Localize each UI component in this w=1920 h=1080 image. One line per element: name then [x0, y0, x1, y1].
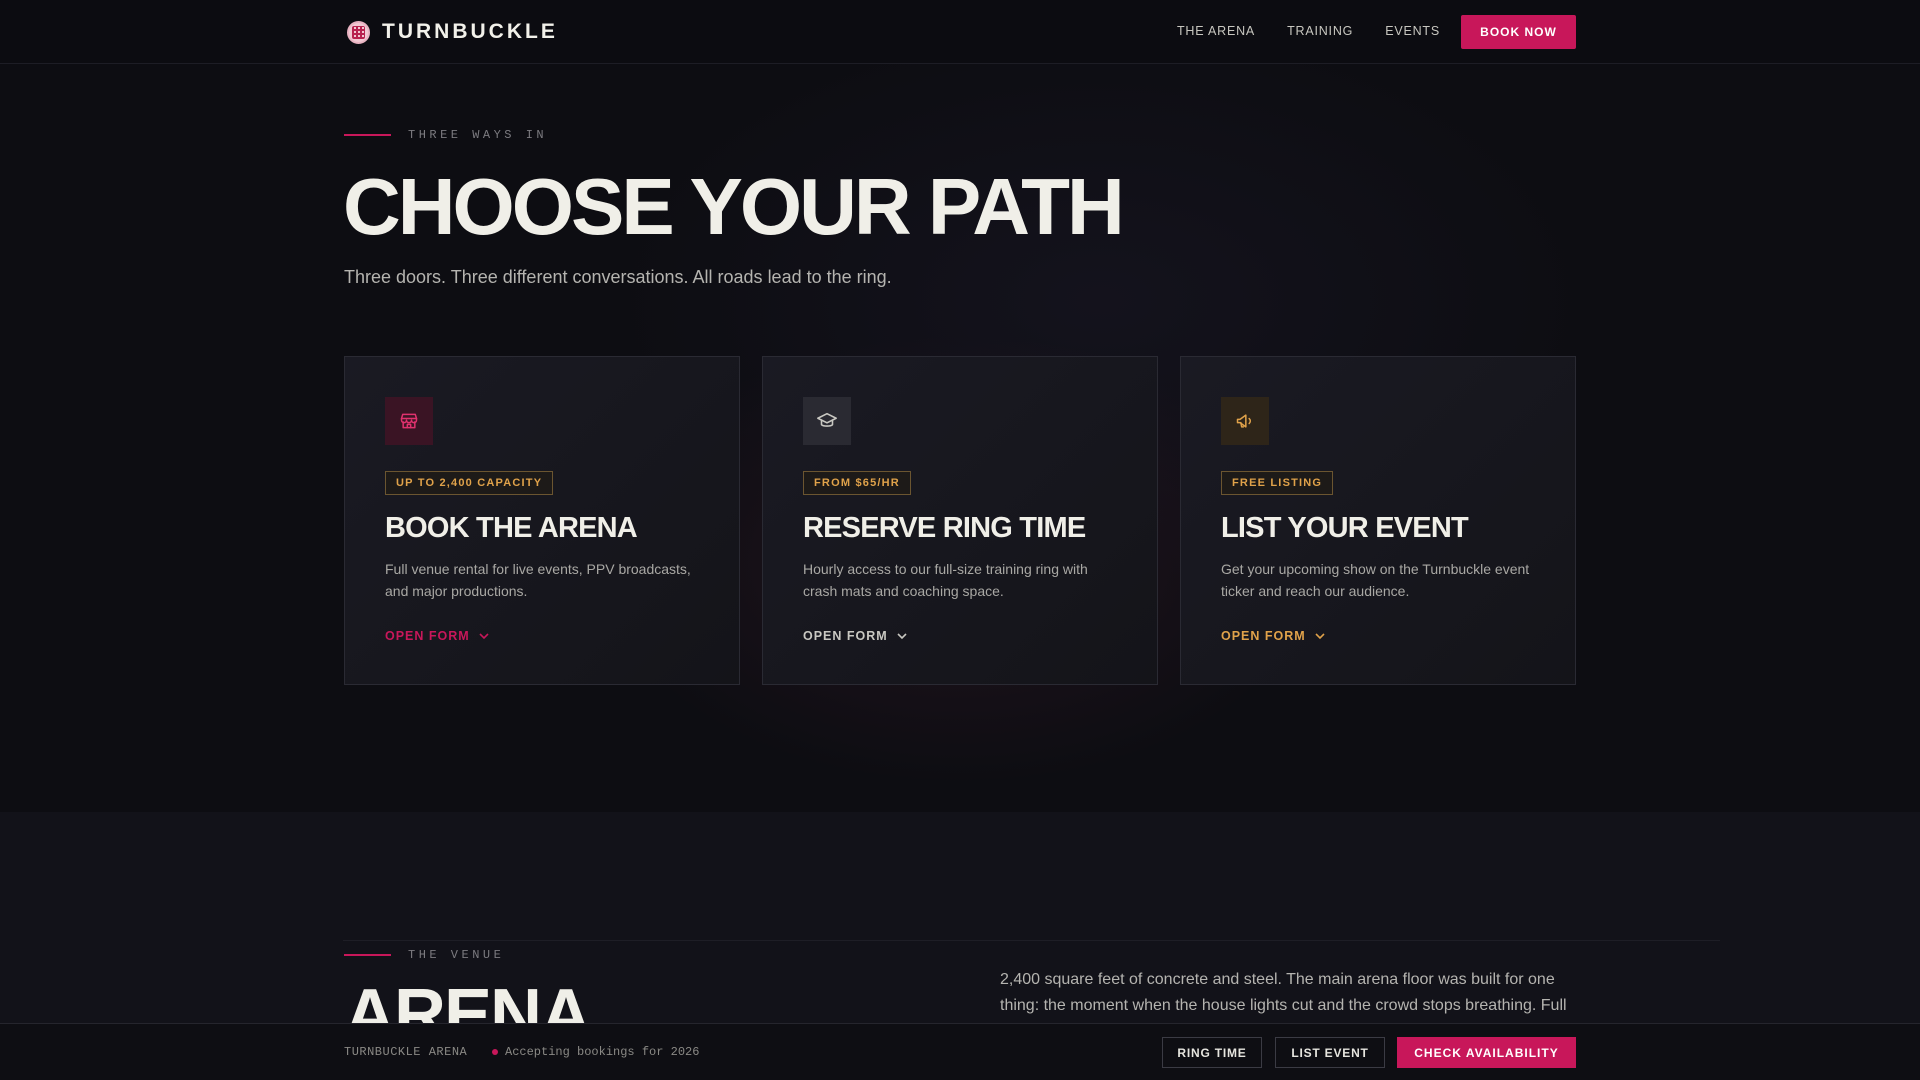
card-reserve-ring-time: FROM $65/HR RESERVE RING TIME Hourly acc… — [762, 356, 1158, 685]
eyebrow-text: THREE WAYS IN — [408, 128, 548, 142]
chevron-down-icon — [1315, 633, 1325, 640]
chevron-down-icon — [897, 633, 907, 640]
venue-eyebrow: THE VENUE — [344, 948, 504, 962]
logo-icon — [347, 20, 370, 44]
brand-name: TURNBUCKLE — [382, 20, 558, 43]
open-form-label: OPEN FORM — [1221, 629, 1306, 643]
graduation-cap-icon — [803, 397, 851, 445]
main-nav: THE ARENA TRAINING EVENTS — [1177, 24, 1440, 38]
check-availability-button[interactable]: CHECK AVAILABILITY — [1397, 1037, 1576, 1068]
card-title: BOOK THE ARENA — [385, 512, 638, 544]
ring-time-button[interactable]: RING TIME — [1162, 1037, 1262, 1068]
booking-status-text: Accepting bookings for 2026 — [505, 1045, 700, 1059]
card-list-event: FREE LISTING LIST YOUR EVENT Get your up… — [1180, 356, 1576, 685]
card-description: Full venue rental for live events, PPV b… — [385, 561, 691, 599]
open-form-button-arena[interactable]: OPEN FORM — [385, 629, 490, 643]
storefront-icon — [385, 397, 433, 445]
booking-status: Accepting bookings for 2026 — [492, 1045, 699, 1059]
listing-badge: FREE LISTING — [1221, 471, 1334, 495]
page-title: CHOOSE YOUR PATH — [343, 162, 1125, 251]
status-dot-icon — [492, 1049, 498, 1055]
open-form-label: OPEN FORM — [385, 629, 470, 643]
page-subtitle: Three doors. Three different conversatio… — [344, 267, 892, 287]
open-form-button-event[interactable]: OPEN FORM — [1221, 629, 1326, 643]
card-description: Hourly access to our full-size training … — [803, 561, 1088, 599]
capacity-badge: UP TO 2,400 CAPACITY — [385, 471, 554, 495]
list-event-button[interactable]: LIST EVENT — [1275, 1037, 1385, 1068]
eyebrow-rule — [344, 954, 391, 956]
nav-link-events[interactable]: EVENTS — [1385, 24, 1440, 38]
card-description: Get your upcoming show on the Turnbuckle… — [1221, 561, 1530, 599]
eyebrow-rule — [344, 134, 391, 136]
price-badge: FROM $65/HR — [803, 471, 911, 495]
megaphone-icon — [1221, 397, 1269, 445]
venue-description: 2,400 square feet of concrete and steel.… — [1000, 971, 1567, 1014]
open-form-label: OPEN FORM — [803, 629, 888, 643]
card-title: RESERVE RING TIME — [803, 512, 1086, 544]
sticky-bottom-bar: TURNBUCKLE ARENA Accepting bookings for … — [0, 1023, 1920, 1080]
brand-logo[interactable]: TURNBUCKLE — [347, 20, 558, 44]
nav-link-training[interactable]: TRAINING — [1287, 24, 1353, 38]
book-now-button[interactable]: BOOK NOW — [1461, 15, 1576, 49]
eyebrow-text: THE VENUE — [408, 948, 505, 962]
top-navigation-bar: TURNBUCKLE THE ARENA TRAINING EVENTS BOO… — [0, 0, 1920, 64]
chevron-down-icon — [479, 633, 489, 640]
section-divider — [343, 940, 1720, 941]
section-eyebrow: THREE WAYS IN — [344, 128, 547, 142]
card-book-arena: UP TO 2,400 CAPACITY BOOK THE ARENA Full… — [344, 356, 740, 685]
footer-brand: TURNBUCKLE ARENA — [344, 1045, 468, 1059]
open-form-button-ring-time[interactable]: OPEN FORM — [803, 629, 908, 643]
nav-link-the-arena[interactable]: THE ARENA — [1177, 24, 1255, 38]
card-title: LIST YOUR EVENT — [1221, 512, 1469, 544]
